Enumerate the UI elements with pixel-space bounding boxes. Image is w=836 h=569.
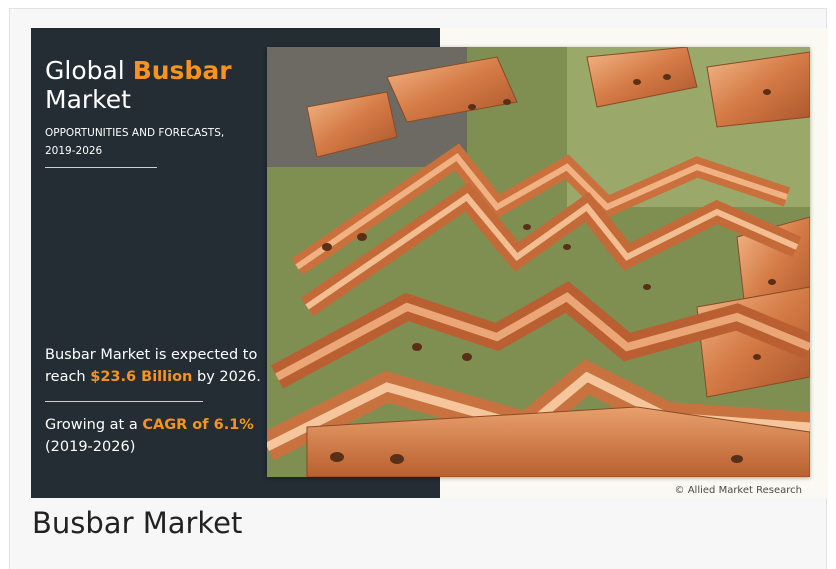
figure-frame: Global Busbar Market OPPORTUNITIES AND F…	[9, 8, 828, 569]
banner-title: Global Busbar Market	[45, 56, 232, 114]
stat1-post: by 2026.	[196, 369, 261, 385]
image-caption: Busbar Market	[32, 506, 243, 540]
title-accent: Busbar	[132, 56, 232, 85]
report-banner-image: Global Busbar Market OPPORTUNITIES AND F…	[31, 28, 828, 498]
divider	[45, 167, 157, 168]
market-value: $23.6 Billion	[90, 369, 193, 385]
divider	[45, 401, 203, 402]
cagr-value: CAGR of 6.1%	[142, 417, 254, 433]
cagr-period: (2019-2026)	[45, 439, 136, 455]
image-credit: © Allied Market Research	[674, 485, 802, 496]
copper-busbars-photo	[267, 47, 810, 477]
market-size-statement: Busbar Market is expected to reach $23.6…	[45, 344, 275, 388]
title-suffix: Market	[45, 85, 131, 114]
subtitle-line2: 2019-2026	[45, 145, 103, 157]
subtitle-line1: OPPORTUNITIES AND FORECASTS,	[45, 127, 225, 139]
cagr-statement: Growing at a CAGR of 6.1% (2019-2026)	[45, 414, 275, 458]
banner-subtitle: OPPORTUNITIES AND FORECASTS, 2019-2026	[45, 124, 255, 160]
stat2-pre: Growing at a	[45, 417, 138, 433]
title-prefix: Global	[45, 56, 125, 85]
